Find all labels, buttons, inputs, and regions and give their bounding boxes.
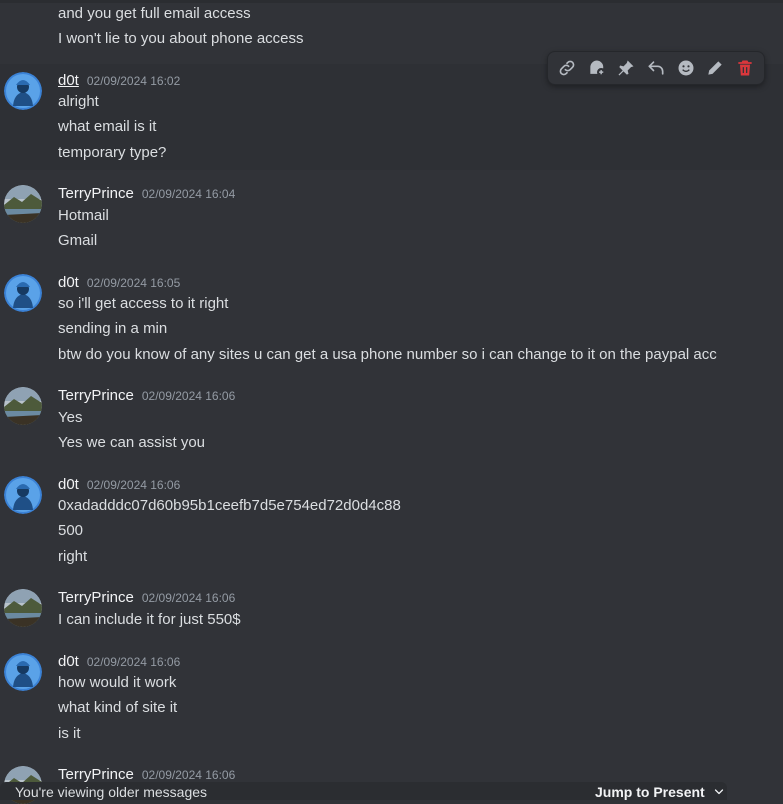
message-line: btw do you know of any sites u can get a… (58, 346, 717, 363)
username[interactable]: TerryPrince (58, 387, 134, 404)
landscape-avatar-icon (4, 185, 42, 223)
message-header: d0t 02/09/2024 16:06 (58, 476, 180, 496)
avatar[interactable] (4, 589, 42, 627)
blue-hooded-avatar-icon (4, 274, 42, 312)
timestamp[interactable]: 02/09/2024 16:06 (142, 591, 235, 605)
message-header: d0t 02/09/2024 16:05 (58, 274, 180, 294)
message-line: Gmail (58, 232, 98, 249)
message-line: alright (58, 93, 99, 110)
username[interactable]: TerryPrince (58, 766, 134, 783)
message-action-toolbar (547, 51, 765, 85)
username[interactable]: d0t (58, 476, 79, 493)
message-line: what kind of site it (58, 699, 178, 716)
emoji-icon[interactable] (673, 55, 699, 81)
blue-hooded-avatar-icon (4, 72, 42, 110)
older-messages-label: You're viewing older messages (15, 784, 208, 800)
message-line: right (58, 548, 88, 565)
message-header: TerryPrince 02/09/2024 16:06 (58, 387, 235, 407)
username[interactable]: d0t (58, 274, 79, 291)
username[interactable]: d0t (58, 653, 79, 670)
message-line: sending in a min (58, 320, 168, 337)
jump-to-present-label: Jump to Present (595, 784, 705, 800)
message-header: TerryPrince 02/09/2024 16:04 (58, 185, 235, 205)
timestamp[interactable]: 02/09/2024 16:04 (142, 187, 235, 201)
avatar[interactable] (4, 274, 42, 312)
timestamp[interactable]: 02/09/2024 16:06 (142, 389, 235, 403)
landscape-avatar-icon (4, 589, 42, 627)
message-line: Yes we can assist you (58, 434, 206, 451)
timestamp[interactable]: 02/09/2024 16:06 (87, 478, 180, 492)
avatar[interactable] (4, 185, 42, 223)
username[interactable]: d0t (58, 72, 79, 89)
older-messages-bar: You're viewing older messages Jump to Pr… (0, 782, 727, 800)
message-line: I can include it for just 550$ (58, 611, 241, 628)
jump-to-present-button[interactable]: Jump to Present (595, 784, 725, 800)
message-line: Hotmail (58, 207, 109, 224)
message-line: so i'll get access to it right (58, 295, 229, 312)
message-line: and you get full email access (58, 5, 251, 22)
avatar[interactable] (4, 72, 42, 110)
message-line: what email is it (58, 118, 157, 135)
avatar[interactable] (4, 387, 42, 425)
message-header: d0t 02/09/2024 16:06 (58, 653, 180, 673)
reply-icon[interactable] (643, 55, 669, 81)
blue-hooded-avatar-icon (4, 476, 42, 514)
message-line: 0xadadddc07d60b95b1ceefb7d5e754ed72d0d4c… (58, 497, 401, 514)
timestamp[interactable]: 02/09/2024 16:02 (87, 74, 180, 88)
timestamp[interactable]: 02/09/2024 16:05 (87, 276, 180, 290)
username[interactable]: TerryPrince (58, 185, 134, 202)
top-divider (0, 0, 783, 3)
pin-icon[interactable] (613, 55, 639, 81)
username[interactable]: TerryPrince (58, 589, 134, 606)
avatar[interactable] (4, 653, 42, 691)
message-line: temporary type? (58, 144, 167, 161)
thread-icon[interactable] (584, 55, 610, 81)
message-header: TerryPrince 02/09/2024 16:06 (58, 589, 235, 609)
message-line: Yes (58, 409, 83, 426)
avatar[interactable] (4, 476, 42, 514)
edit-icon[interactable] (702, 55, 728, 81)
delete-icon[interactable] (732, 55, 758, 81)
message-line: is it (58, 725, 81, 742)
message-header: d0t 02/09/2024 16:02 (58, 72, 180, 92)
timestamp[interactable]: 02/09/2024 16:06 (87, 655, 180, 669)
message-line: how would it work (58, 674, 177, 691)
chevron-down-icon (714, 789, 723, 795)
message-line: 500 (58, 522, 84, 539)
timestamp[interactable]: 02/09/2024 16:06 (142, 768, 235, 782)
blue-hooded-avatar-icon (4, 653, 42, 691)
landscape-avatar-icon (4, 387, 42, 425)
message-line: I won't lie to you about phone access (58, 30, 304, 47)
link-icon[interactable] (554, 55, 580, 81)
